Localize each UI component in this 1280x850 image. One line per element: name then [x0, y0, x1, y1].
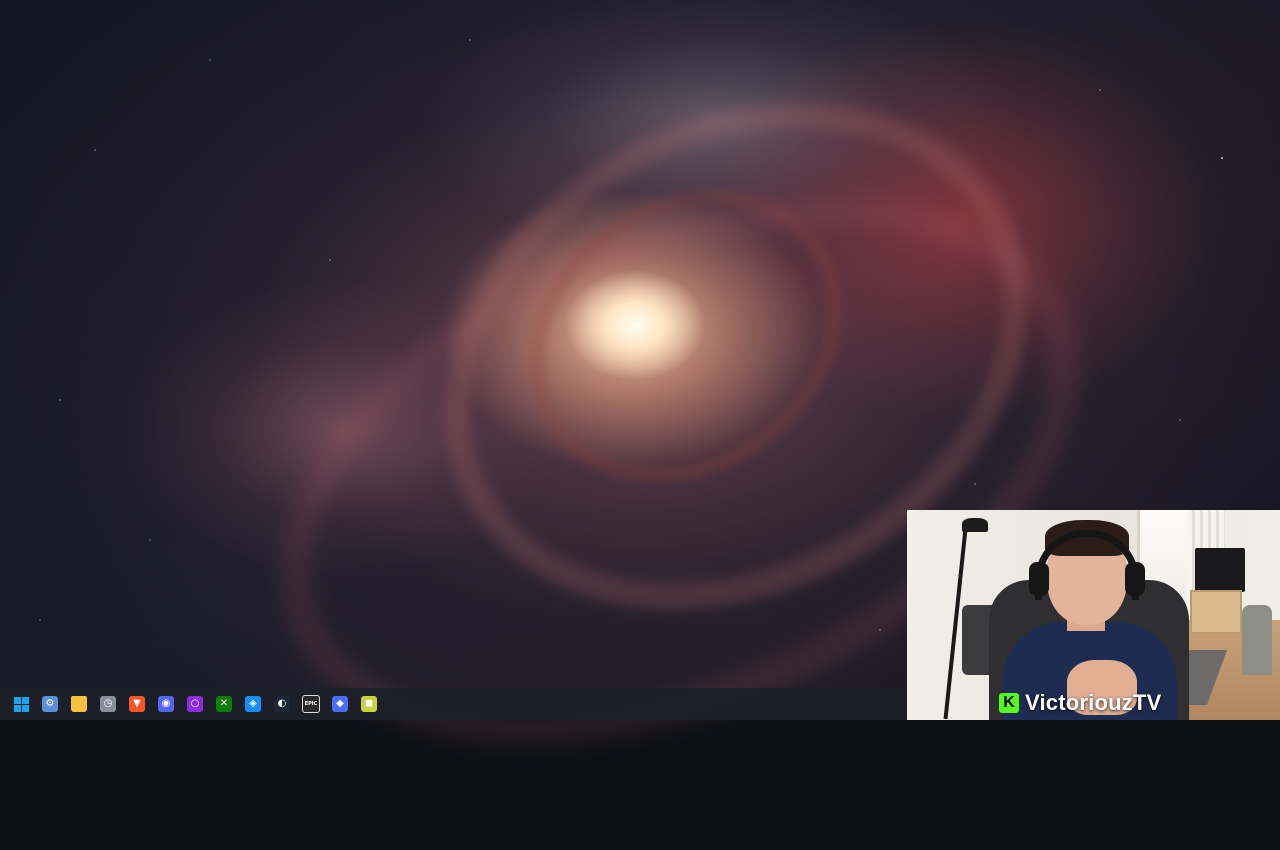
bluestacks-icon-glyph: ◼	[361, 696, 377, 712]
battlenet-icon-glyph: ◈	[245, 696, 261, 712]
headset-earcup	[1029, 562, 1049, 596]
taskbar: ⚙ ◷ ▼ ◉ ○ ✕ ◈ ◐ EPIC ◆ ◼	[0, 688, 907, 720]
epic-games-icon-glyph: EPIC	[302, 695, 320, 713]
brave-browser-icon[interactable]: ▼	[124, 691, 150, 717]
room-tv-stand	[1190, 590, 1242, 634]
settings-icon[interactable]: ⚙	[37, 691, 63, 717]
roblox-icon[interactable]: ◆	[327, 691, 353, 717]
windows-start-icon-glyph	[13, 696, 29, 712]
file-explorer-icon-glyph	[71, 696, 87, 712]
room-chair	[1242, 605, 1272, 675]
steam-icon[interactable]: ◐	[269, 691, 295, 717]
discord-icon[interactable]: ◉	[153, 691, 179, 717]
battlenet-icon[interactable]: ◈	[240, 691, 266, 717]
channel-brand: K VictoriouzTV	[999, 690, 1161, 716]
discord-icon-glyph: ◉	[158, 696, 174, 712]
kick-logo-icon: K	[999, 693, 1019, 713]
brave-browser-icon-glyph: ▼	[129, 696, 145, 712]
xbox-icon[interactable]: ✕	[211, 691, 237, 717]
file-explorer-icon[interactable]	[66, 691, 92, 717]
clock-icon-glyph: ◷	[100, 696, 116, 712]
settings-icon-glyph: ⚙	[42, 696, 58, 712]
channel-name: VictoriouzTV	[1025, 690, 1162, 715]
app-circle-icon-glyph: ○	[187, 696, 203, 712]
room-tv	[1195, 548, 1245, 592]
clock-icon[interactable]: ◷	[95, 691, 121, 717]
webcam-overlay: K VictoriouzTV	[907, 510, 1280, 720]
roblox-icon-glyph: ◆	[332, 696, 348, 712]
bluestacks-icon[interactable]: ◼	[356, 691, 382, 717]
windows-start-icon[interactable]	[8, 691, 34, 717]
floor-lamp-head	[962, 518, 988, 532]
steam-icon-glyph: ◐	[274, 696, 290, 712]
xbox-icon-glyph: ✕	[216, 696, 232, 712]
epic-games-icon[interactable]: EPIC	[298, 691, 324, 717]
app-circle-icon[interactable]: ○	[182, 691, 208, 717]
headset-earcup	[1125, 562, 1145, 596]
